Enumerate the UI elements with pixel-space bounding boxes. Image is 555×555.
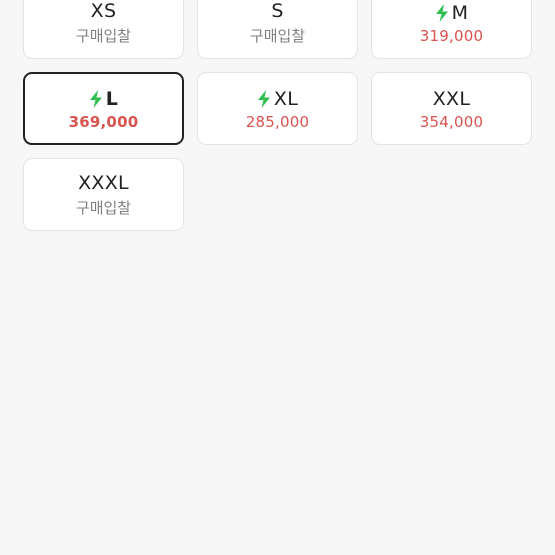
- size-label: S: [271, 0, 284, 22]
- size-option-xl[interactable]: XL 285,000: [197, 72, 358, 145]
- size-line: XS: [91, 0, 117, 23]
- size-select-screen: XS 구매입찰 S 구매입찰 M 319,000 L 369,000 XL 28…: [0, 0, 555, 555]
- price-label: 369,000: [68, 112, 139, 131]
- size-option-s[interactable]: S 구매입찰: [197, 0, 358, 59]
- buy-bid-label: 구매입찰: [75, 27, 132, 45]
- size-line: XL: [257, 87, 298, 111]
- size-label: XXXL: [78, 172, 129, 194]
- size-label: XXL: [432, 87, 471, 110]
- size-line: M: [435, 1, 469, 25]
- buy-bid-label: 구매입찰: [249, 27, 306, 45]
- size-grid: XS 구매입찰 S 구매입찰 M 319,000 L 369,000 XL 28…: [23, 0, 532, 231]
- size-line: XXXL: [78, 171, 129, 195]
- size-option-xxxl[interactable]: XXXL 구매입찰: [23, 158, 184, 231]
- size-label: L: [105, 87, 119, 110]
- price-label: 285,000: [245, 112, 310, 131]
- buy-bid-label: 구매입찰: [75, 199, 132, 217]
- size-label: M: [451, 1, 469, 24]
- size-option-m[interactable]: M 319,000: [371, 0, 532, 59]
- size-label: XL: [273, 87, 299, 110]
- size-label: XS: [90, 0, 117, 22]
- lightning-bolt-icon: [435, 3, 449, 22]
- size-line: S: [271, 0, 283, 23]
- size-option-l[interactable]: L 369,000: [23, 72, 184, 145]
- lightning-bolt-icon: [89, 89, 103, 108]
- lightning-bolt-icon: [257, 89, 271, 108]
- size-option-xxl[interactable]: XXL 354,000: [371, 72, 532, 145]
- price-label: 319,000: [419, 26, 484, 45]
- size-line: L: [89, 87, 118, 111]
- size-option-xs[interactable]: XS 구매입찰: [23, 0, 184, 59]
- price-label: 354,000: [419, 112, 484, 131]
- size-line: XXL: [433, 87, 471, 111]
